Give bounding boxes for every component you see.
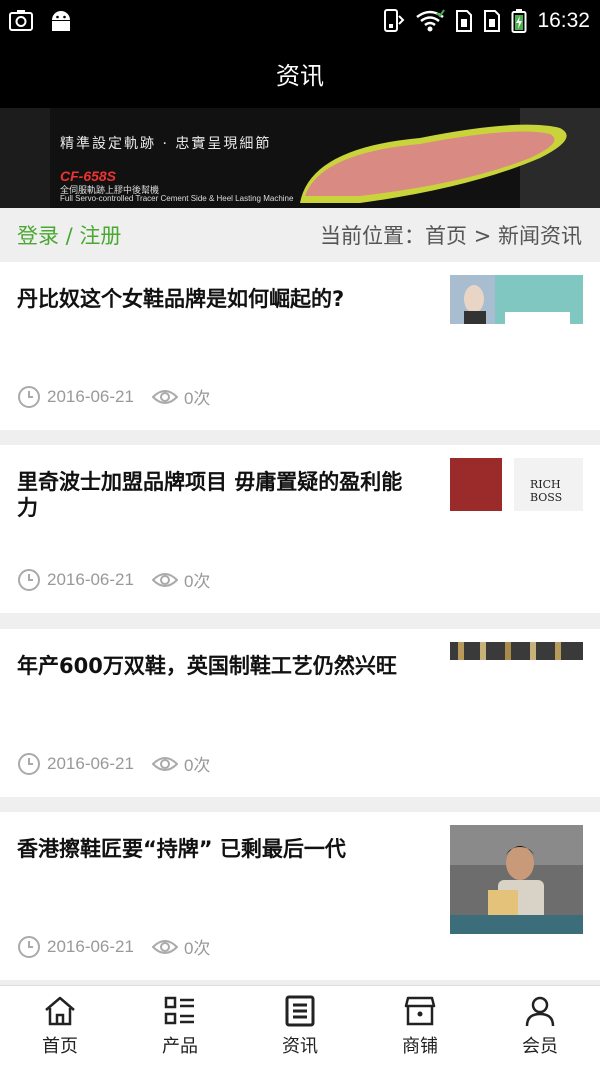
nav-label: 会员 [522, 1036, 558, 1057]
banner-model: CF-658S [60, 168, 117, 184]
status-bar: 16:32 [0, 0, 600, 44]
news-item[interactable]: 年产600万双鞋，英国制鞋工艺仍然兴旺 2016-06-21 0次 [0, 629, 600, 797]
news-date: 2016-06-21 [47, 936, 134, 956]
nav-member[interactable]: 会员 [480, 986, 600, 1068]
news-item[interactable]: 香港擦鞋匠要“持牌” 已剩最后一代 2016-06-21 0次 [0, 812, 600, 980]
clock-icon [18, 385, 40, 408]
sim1-icon [456, 10, 473, 32]
clock-icon [18, 935, 40, 958]
news-views: 0次 [183, 756, 211, 775]
news-views: 0次 [183, 389, 211, 408]
thumbnail-image [450, 642, 583, 660]
news-thumbnail[interactable] [450, 275, 583, 324]
news-meta: 2016-06-21 0次 [17, 384, 210, 409]
nav-home[interactable]: 首页 [0, 986, 120, 1068]
news-date: 2016-06-21 [47, 753, 134, 773]
eye-icon [151, 572, 178, 587]
phone-signal-icon [384, 9, 405, 32]
banner-tagline: 精準設定軌跡 · 忠實呈現細節 [60, 136, 272, 152]
eye-icon [151, 939, 178, 954]
breadcrumb-bar: 登录 / 注册 当前位置：首页 > 新闻资讯 [0, 208, 600, 262]
battery-charging-icon [511, 9, 527, 33]
clock-icon [18, 568, 40, 591]
news-meta: 2016-06-21 0次 [17, 934, 210, 959]
news-item[interactable]: 丹比奴这个女鞋品牌是如何崛起的? 2016-06-21 0次 [0, 262, 600, 430]
banner-subtitle-en: Full Servo-controlled Tracer Cement Side… [60, 194, 294, 203]
news-meta: 2016-06-21 0次 [17, 751, 210, 776]
eye-icon [151, 389, 178, 404]
nav-label: 资讯 [282, 1036, 318, 1057]
news-title[interactable]: 丹比奴这个女鞋品牌是如何崛起的? [17, 286, 412, 312]
bottom-navigation: 首页 产品 资讯 商铺 会员 [0, 985, 600, 1068]
nav-label: 首页 [42, 1036, 78, 1057]
nav-news[interactable]: 资讯 [240, 986, 360, 1068]
eye-icon [151, 756, 178, 771]
news-thumbnail[interactable] [450, 825, 583, 934]
promo-banner[interactable]: 精準設定軌跡 · 忠實呈現細節 CF-658S 全伺服軌跡上膠中後幫機 Full… [0, 108, 600, 208]
status-time: 16:32 [537, 9, 590, 32]
nav-products[interactable]: 产品 [120, 986, 240, 1068]
nav-label: 商铺 [402, 1036, 438, 1057]
thumbnail-image [450, 825, 583, 934]
nav-shop[interactable]: 商铺 [360, 986, 480, 1068]
sim2-icon [484, 10, 501, 32]
list-icon [164, 996, 194, 1025]
news-date: 2016-06-21 [47, 569, 134, 589]
page-title: 资讯 [0, 44, 600, 108]
clock-icon [18, 752, 40, 775]
news-icon [285, 995, 315, 1027]
news-views: 0次 [183, 939, 211, 958]
news-title[interactable]: 里奇波士加盟品牌项目 毋庸置疑的盈利能力 [17, 469, 412, 521]
thumbnail-brand-text: RICH BOSS [530, 478, 563, 504]
news-title[interactable]: 香港擦鞋匠要“持牌” 已剩最后一代 [17, 836, 412, 862]
news-views: 0次 [183, 572, 211, 591]
nav-label: 产品 [162, 1036, 198, 1057]
news-title[interactable]: 年产600万双鞋，英国制鞋工艺仍然兴旺 [17, 653, 412, 679]
android-icon [52, 11, 70, 31]
news-date: 2016-06-21 [47, 386, 134, 406]
wifi-icon [416, 9, 446, 32]
shop-icon [404, 996, 436, 1026]
screenshot-icon [9, 10, 33, 31]
news-item[interactable]: 里奇波士加盟品牌项目 毋庸置疑的盈利能力 2016-06-21 0次 RICH … [0, 445, 600, 613]
login-register-link[interactable]: 登录 / 注册 [17, 220, 121, 250]
news-meta: 2016-06-21 0次 [17, 567, 210, 592]
user-icon [525, 996, 555, 1027]
news-thumbnail[interactable] [450, 642, 583, 660]
breadcrumb: 当前位置：首页 > 新闻资讯 [320, 224, 582, 248]
home-icon [45, 996, 75, 1026]
news-thumbnail[interactable]: RICH BOSS [450, 458, 583, 511]
thumbnail-image [450, 275, 583, 324]
